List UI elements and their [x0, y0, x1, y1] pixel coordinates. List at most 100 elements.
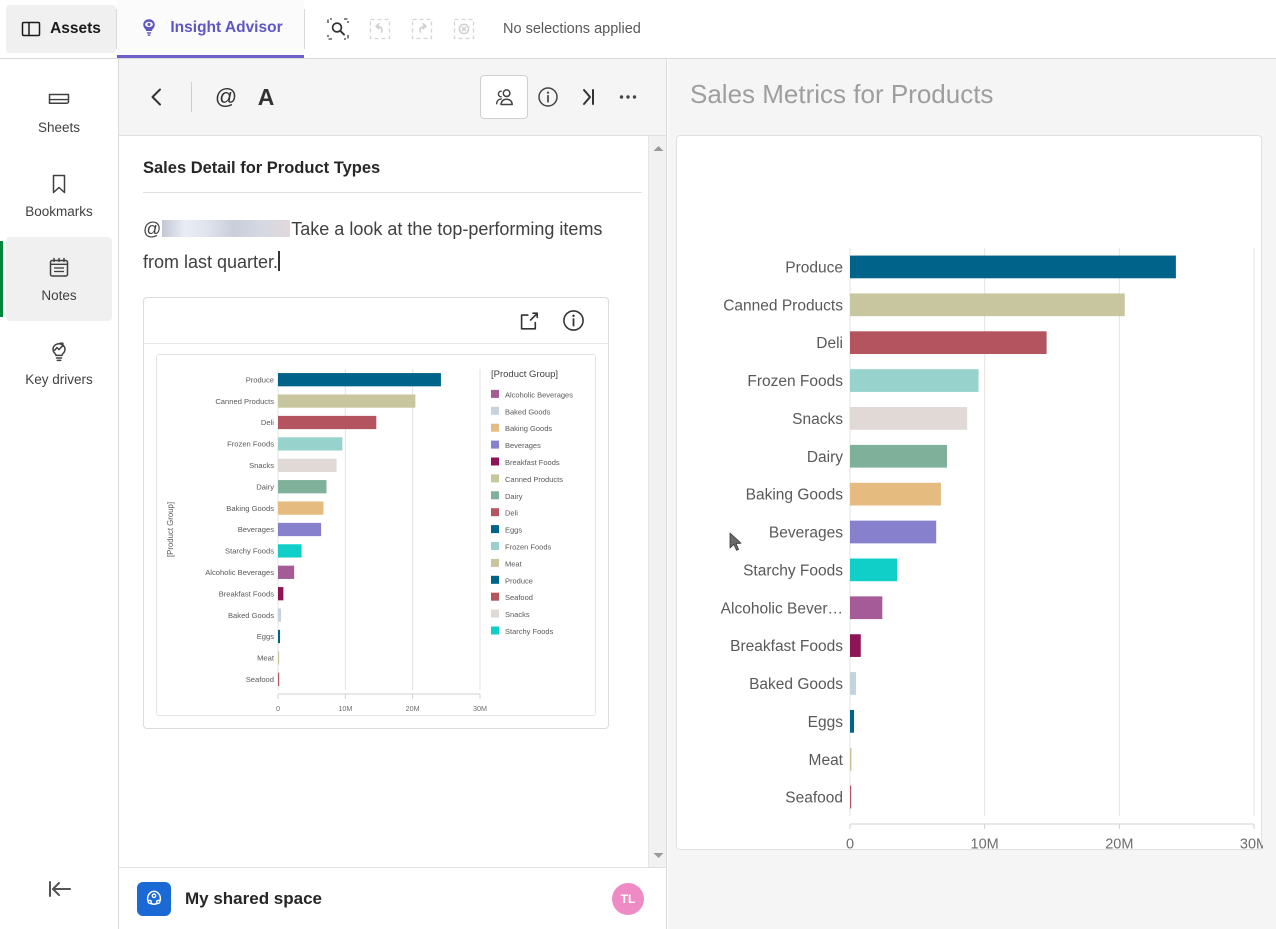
main-bar-chart[interactable]: Produce Canned Products Deli Frozen Foods Sn…: [677, 136, 1263, 850]
svg-text:Alcoholic Bever…: Alcoholic Bever…: [721, 600, 843, 617]
shared-space-name[interactable]: My shared space: [185, 889, 322, 909]
notes-footer: My shared space TL: [119, 867, 666, 929]
svg-text:Breakfast Foods: Breakfast Foods: [505, 458, 560, 467]
svg-text:Canned Products: Canned Products: [505, 475, 563, 484]
svg-text:Frozen Foods: Frozen Foods: [505, 543, 552, 552]
svg-text:Baked Goods: Baked Goods: [228, 611, 274, 620]
svg-text:Seafood: Seafood: [785, 790, 843, 807]
sidebar-item-notes[interactable]: Notes: [0, 237, 112, 321]
insight-advisor-icon: [138, 17, 160, 39]
assets-button[interactable]: Assets: [6, 5, 116, 53]
embedded-chart-header: [144, 298, 608, 344]
svg-text:Frozen Foods: Frozen Foods: [747, 373, 843, 390]
svg-text:Eggs: Eggs: [808, 714, 844, 731]
selection-search-button[interactable]: [319, 10, 357, 48]
svg-text:Baking Goods: Baking Goods: [226, 504, 274, 513]
share-icon[interactable]: [517, 309, 541, 333]
svg-text:Beverages: Beverages: [238, 525, 275, 534]
svg-text:Meat: Meat: [257, 654, 275, 663]
svg-text:Snacks: Snacks: [505, 610, 530, 619]
note-text-editor[interactable]: @ Take a look at the top-performing items…: [119, 193, 666, 279]
svg-text:Deli: Deli: [261, 418, 274, 427]
info-icon[interactable]: [528, 77, 568, 117]
notes-body: Sales Detail for Product Types @ Take a l…: [119, 136, 666, 867]
svg-text:Seafood: Seafood: [505, 593, 533, 602]
main-chart-card[interactable]: Produce Canned Products Deli Frozen Foods Sn…: [676, 135, 1263, 850]
mention-button[interactable]: @: [206, 77, 246, 117]
text-caret: [278, 251, 280, 271]
svg-text:Produce: Produce: [785, 260, 843, 277]
sidebar-item-bookmarks[interactable]: Bookmarks: [6, 153, 112, 237]
sidebar-item-label: Bookmarks: [25, 204, 93, 219]
embedded-bar-chart[interactable]: Produce Canned Products Deli Frozen Foods Sn…: [156, 354, 596, 716]
collapse-right-icon[interactable]: [568, 77, 608, 117]
svg-text:30M: 30M: [1240, 837, 1263, 850]
sidebar-item-key-drivers[interactable]: Key drivers: [6, 321, 112, 405]
svg-text:Frozen Foods: Frozen Foods: [227, 440, 274, 449]
left-navigation-rail: Sheets Bookmarks Notes Key drivers: [0, 59, 119, 929]
svg-text:Breakfast Foods: Breakfast Foods: [219, 589, 274, 598]
step-back-button[interactable]: [361, 10, 399, 48]
notes-toolbar: @ A: [119, 59, 666, 136]
svg-text:Baking Goods: Baking Goods: [505, 424, 552, 433]
sidebar-item-sheets[interactable]: Sheets: [6, 69, 112, 153]
svg-text:30M: 30M: [473, 704, 487, 713]
text-format-label: A: [257, 83, 275, 110]
page-title: Sales Metrics for Products: [690, 79, 994, 109]
svg-text:Starchy Foods: Starchy Foods: [743, 562, 843, 579]
svg-text:Alcoholic Beverages: Alcoholic Beverages: [505, 390, 573, 399]
clear-all-selections-button[interactable]: [445, 10, 483, 48]
mention-label: @: [214, 84, 238, 109]
text-format-button[interactable]: A: [246, 77, 286, 117]
svg-text:Dairy: Dairy: [807, 449, 843, 466]
svg-text:10M: 10M: [338, 704, 352, 713]
more-options-icon[interactable]: [608, 77, 648, 117]
tab-insight-advisor[interactable]: Insight Advisor: [117, 0, 304, 58]
svg-text:Eggs: Eggs: [505, 526, 522, 535]
scroll-up-icon[interactable]: [649, 139, 666, 157]
svg-text:Snacks: Snacks: [792, 411, 843, 428]
people-icon[interactable]: [480, 75, 528, 119]
svg-text:Produce: Produce: [246, 375, 274, 384]
svg-text:Baking Goods: Baking Goods: [746, 487, 844, 504]
scroll-down-icon[interactable]: [649, 846, 666, 864]
svg-text:Deli: Deli: [816, 335, 843, 352]
svg-text:Dairy: Dairy: [505, 492, 523, 501]
notes-scrollbar[interactable]: [648, 136, 666, 867]
svg-text:0: 0: [276, 704, 280, 713]
svg-text:Eggs: Eggs: [257, 632, 275, 641]
sheets-icon: [46, 87, 72, 113]
svg-text:0: 0: [846, 837, 854, 850]
sidebar-item-label: Sheets: [37, 120, 81, 135]
sidebar-item-label: Key drivers: [25, 372, 93, 387]
mention-prefix: @: [143, 219, 162, 239]
toolbar-separator: [191, 82, 192, 112]
collapse-left-icon[interactable]: [0, 877, 119, 901]
svg-text:Produce: Produce: [505, 576, 533, 585]
svg-text:Baked Goods: Baked Goods: [505, 407, 551, 416]
selection-status-text: No selections applied: [503, 21, 641, 37]
svg-text:Baked Goods: Baked Goods: [749, 676, 843, 693]
bookmark-icon: [46, 171, 72, 197]
panel-icon: [21, 19, 41, 39]
back-chevron-icon[interactable]: [137, 77, 177, 117]
svg-text:Alcoholic Beverages: Alcoholic Beverages: [205, 568, 274, 577]
svg-text:Starchy Foods: Starchy Foods: [505, 627, 554, 636]
svg-text:Snacks: Snacks: [249, 461, 274, 470]
top-toolbar: Assets Insight Advisor No selections app…: [0, 0, 1276, 59]
svg-text:[Product Group]: [Product Group]: [491, 369, 558, 380]
svg-text:Meat: Meat: [505, 559, 523, 568]
embedded-chart-body: Produce Canned Products Deli Frozen Foods Sn…: [144, 344, 608, 728]
mouse-cursor: [729, 532, 743, 552]
info-icon[interactable]: [561, 308, 586, 333]
svg-text:[Product Group]: [Product Group]: [166, 502, 175, 557]
embedded-chart-card[interactable]: Produce Canned Products Deli Frozen Foods Sn…: [143, 297, 609, 729]
svg-text:Canned Products: Canned Products: [723, 297, 843, 314]
svg-text:Dairy: Dairy: [256, 482, 274, 491]
svg-text:Beverages: Beverages: [505, 441, 541, 450]
avatar[interactable]: TL: [612, 882, 644, 915]
note-title: Sales Detail for Product Types: [143, 159, 381, 177]
svg-text:Beverages: Beverages: [769, 525, 843, 542]
redacted-mention: [162, 220, 291, 237]
step-forward-button[interactable]: [403, 10, 441, 48]
